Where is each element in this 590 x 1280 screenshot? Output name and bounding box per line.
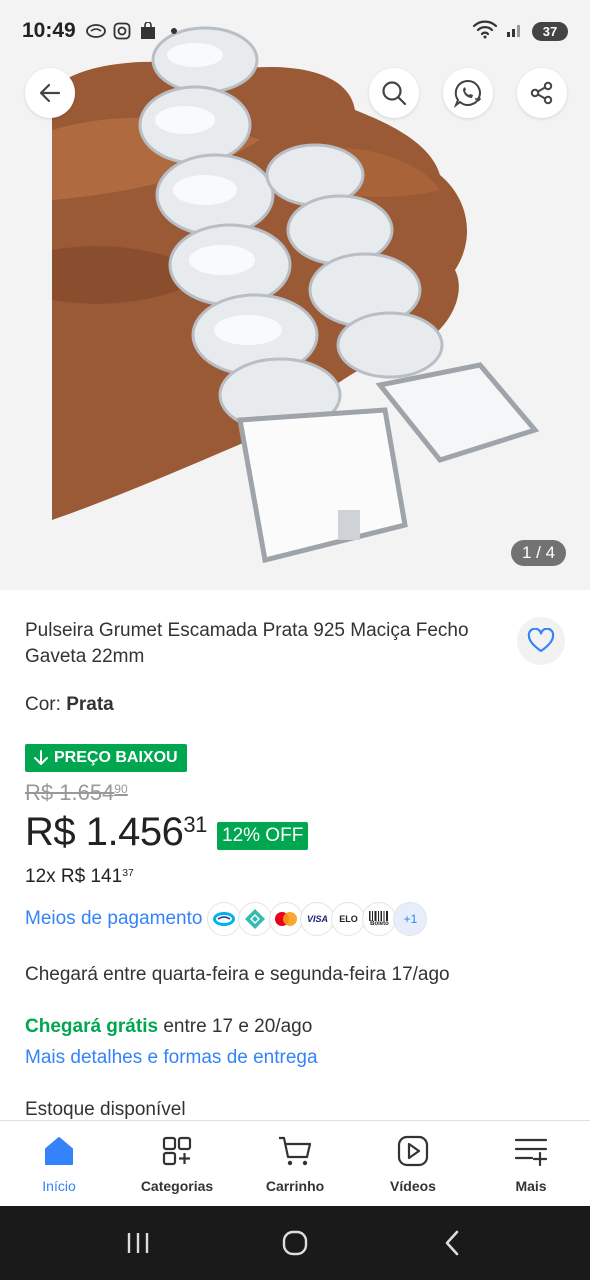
boleto-icon: Boleto (362, 902, 397, 936)
stock-status: Estoque disponível (25, 1099, 186, 1120)
pix-icon (238, 902, 273, 936)
mastercard-icon (269, 902, 304, 936)
product-photo (52, 26, 540, 564)
color-value: Prata (66, 694, 114, 715)
bottom-navigation: Início Categorias Carrinho Vídeos Mais (0, 1120, 590, 1206)
color-label: Cor: (25, 694, 67, 715)
elo-icon: ELO (331, 902, 366, 936)
back-button[interactable] (25, 68, 75, 118)
search-button[interactable] (369, 68, 419, 118)
original-price-cents: 90 (114, 782, 128, 796)
color-variant: Cor: Prata (25, 694, 114, 716)
arrow-down-icon (34, 750, 48, 765)
recent-apps-button[interactable] (108, 1218, 168, 1268)
boleto-label: Boleto (370, 921, 389, 927)
video-play-icon (395, 1133, 431, 1169)
home-button[interactable] (265, 1218, 325, 1268)
current-price: R$ 1.45631 (25, 810, 207, 855)
nav-item-more[interactable]: Mais (472, 1121, 590, 1206)
nav-item-cart[interactable]: Carrinho (236, 1121, 354, 1206)
installments-cents: 37 (122, 868, 134, 879)
categories-icon (159, 1133, 195, 1169)
wifi-icon (472, 19, 498, 44)
nav-label-home: Início (42, 1178, 76, 1194)
system-back-button[interactable] (422, 1218, 482, 1268)
nav-label-cart: Carrinho (265, 1178, 325, 1194)
whatsapp-share-button[interactable] (443, 68, 493, 118)
chevron-left-icon (445, 1230, 458, 1256)
visa-label: VISA (306, 914, 328, 924)
nav-label-categories: Categorias (140, 1178, 214, 1194)
recent-apps-icon (128, 1233, 149, 1253)
menu-plus-icon (513, 1133, 549, 1169)
original-price: R$ 1.65490 (25, 780, 128, 806)
current-price-main: R$ 1.456 (25, 810, 184, 854)
search-icon (382, 81, 407, 106)
home-icon (41, 1133, 77, 1169)
whatsapp-icon (453, 79, 482, 108)
status-time: 10:49 (22, 19, 76, 42)
original-price-main: R$ 1.654 (25, 780, 115, 805)
status-bar: 10:49 37 (0, 0, 590, 62)
dot-icon (164, 21, 184, 41)
nav-item-categories[interactable]: Categorias (118, 1121, 236, 1206)
elo-label: ELO (339, 914, 358, 924)
payment-methods-link[interactable]: Meios de pagamento (25, 908, 202, 930)
arrow-left-icon (39, 83, 61, 103)
free-shipping-label: Chegará grátis (25, 1016, 159, 1037)
installments: 12x R$ 14137 (25, 866, 134, 888)
discount-badge: 12% OFF (217, 822, 309, 850)
heart-icon (527, 628, 555, 653)
signal-icon (506, 20, 524, 43)
visa-icon: VISA (300, 902, 335, 936)
battery-indicator: 37 (532, 21, 568, 41)
installments-main: 12x R$ 141 (25, 866, 123, 887)
mercado-pago-icon (207, 902, 242, 936)
home-circle-icon (282, 1230, 308, 1256)
payment-methods-row: Meios de pagamento VISA ELO Boleto +1 (25, 902, 428, 936)
more-payment-methods[interactable]: +1 (393, 902, 428, 936)
free-shipping-dates: entre 17 e 20/ago (158, 1016, 313, 1037)
favorite-button[interactable] (517, 617, 565, 665)
price-drop-label: PREÇO BAIXOU (54, 749, 178, 766)
instagram-icon (112, 21, 132, 41)
cart-icon (277, 1133, 313, 1169)
share-button[interactable] (517, 68, 567, 118)
product-image-gallery[interactable]: 1 / 4 (0, 0, 590, 590)
arrival-estimate: Chegará entre quarta-feira e segunda-fei… (25, 964, 450, 985)
nav-item-videos[interactable]: Vídeos (354, 1121, 472, 1206)
nav-label-videos: Vídeos (390, 1178, 436, 1194)
notification-app-icon (85, 21, 106, 41)
price-drop-badge: PREÇO BAIXOU (25, 744, 187, 772)
current-price-cents: 31 (183, 812, 207, 837)
nav-label-more: Mais (515, 1178, 547, 1194)
share-icon (530, 81, 553, 105)
shopping-bag-icon (138, 21, 158, 41)
shipping-details-link[interactable]: Mais detalhes e formas de entrega (25, 1047, 318, 1069)
product-title: Pulseira Grumet Escamada Prata 925 Maciç… (25, 620, 469, 667)
system-navigation-bar (0, 1206, 590, 1280)
image-counter: 1 / 4 (511, 540, 567, 566)
nav-item-home[interactable]: Início (0, 1121, 118, 1206)
free-shipping-info: Chegará grátis entre 17 e 20/ago (25, 1016, 312, 1038)
